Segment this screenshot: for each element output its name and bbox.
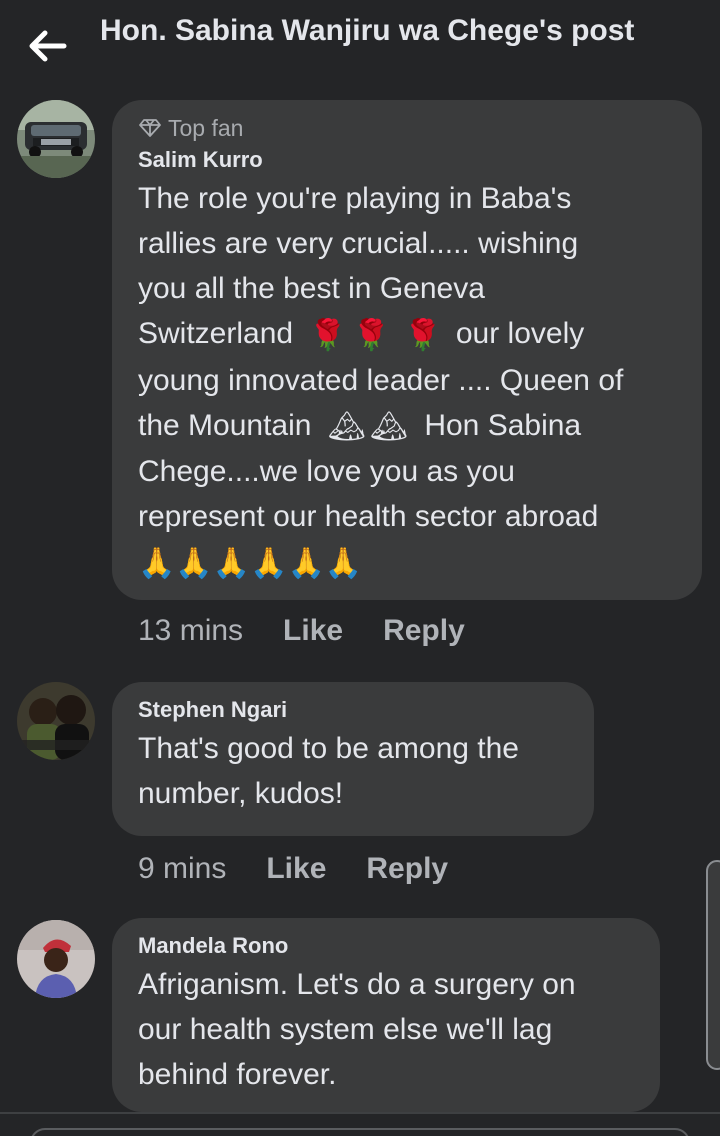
back-arrow-icon — [29, 30, 67, 62]
text-segment: the Mountain — [138, 408, 312, 442]
rose-emoji: 🌹 — [309, 318, 347, 352]
comment-author[interactable]: Mandela Rono — [138, 930, 634, 962]
text-line: our health system else we'll lag — [138, 1013, 553, 1046]
car-avatar-image — [17, 100, 95, 178]
back-button[interactable] — [24, 22, 72, 70]
text-line: Afriganism. Let's do a surgery on — [138, 968, 576, 1001]
comment-actions: 13 mins Like Reply — [138, 614, 465, 648]
text-line: 🙏🙏🙏🙏🙏🙏 — [138, 539, 676, 586]
praying-hands-emoji: 🙏 — [324, 546, 363, 580]
text-line: number, kudos! — [138, 777, 344, 810]
rose-emoji: 🌹 — [352, 318, 391, 352]
text-line: the Mountain 🏔 🏔 Hon Sabina — [138, 403, 676, 450]
person-avatar-image — [17, 920, 95, 998]
like-button[interactable]: Like — [283, 614, 343, 648]
comment-text: Afriganism. Let's do a surgery on our he… — [138, 962, 634, 1097]
comment-actions: 9 mins Like Reply — [138, 852, 448, 886]
people-avatar-image — [17, 682, 95, 760]
comment-author[interactable]: Salim Kurro — [138, 144, 676, 176]
text-line: young innovated leader .... Queen of — [138, 363, 624, 397]
text-line: The role you're playing in Baba's — [138, 182, 572, 215]
praying-hands-emoji: 🙏 — [138, 546, 176, 580]
comment-author[interactable]: Stephen Ngari — [138, 694, 568, 726]
praying-hands-emoji: 🙏 — [287, 546, 325, 580]
text-line: you all the best in Geneva — [138, 272, 485, 305]
avatar-mandela-rono[interactable] — [17, 920, 95, 998]
mountain-emoji: 🏔 — [369, 410, 408, 444]
text-segment: our lovely — [455, 317, 585, 350]
badge-label: Top fan — [168, 114, 244, 141]
avatar-stephen-ngari[interactable] — [17, 682, 95, 760]
praying-hands-emoji: 🙏 — [212, 546, 251, 580]
text-line: rallies are very crucial..... wishing — [138, 227, 579, 260]
text-segment: Switzerland — [138, 317, 294, 350]
praying-hands-emoji: 🙏 — [250, 546, 288, 580]
comment-time: 9 mins — [138, 852, 227, 885]
praying-hands-emoji: 🙏 — [175, 546, 213, 580]
rose-emoji: 🌹 — [404, 318, 442, 352]
avatar-salim-kurro[interactable] — [17, 100, 95, 178]
comment-bubble[interactable]: Top fan Salim Kurro The role you're play… — [112, 100, 702, 600]
scroll-handle[interactable] — [706, 860, 720, 1070]
screen: Hon. Sabina Wanjiru wa Chege's post Top … — [0, 0, 720, 1136]
page-title: Hon. Sabina Wanjiru wa Chege's post — [100, 14, 635, 47]
comment-time: 13 mins — [138, 614, 244, 647]
text-line: That's good to be among the — [138, 732, 519, 765]
text-line: represent our health sector abroad — [138, 500, 599, 534]
text-line: behind forever. — [138, 1058, 337, 1091]
diamond-icon — [139, 119, 161, 137]
comment-bubble[interactable]: Mandela Rono Afriganism. Let's do a surg… — [112, 918, 660, 1112]
header: Hon. Sabina Wanjiru wa Chege's post — [0, 0, 720, 96]
comment-bubble[interactable]: Stephen Ngari That's good to be among th… — [112, 682, 594, 836]
top-fan-badge: Top fan — [138, 112, 676, 144]
reply-button[interactable]: Reply — [366, 852, 448, 886]
comment-text: The role you're playing in Baba's rallie… — [138, 176, 676, 586]
write-comment-field[interactable] — [30, 1128, 690, 1136]
text-segment: Hon Sabina — [424, 408, 582, 442]
like-button[interactable]: Like — [266, 852, 326, 886]
reply-button[interactable]: Reply — [383, 614, 465, 648]
mountain-emoji: 🏔 — [327, 410, 366, 444]
text-line: Chege....we love you as you — [138, 455, 515, 489]
comment-text: That's good to be among the number, kudo… — [138, 726, 568, 816]
text-line: Switzerland 🌹 🌹 🌹 our lovely — [138, 311, 676, 358]
